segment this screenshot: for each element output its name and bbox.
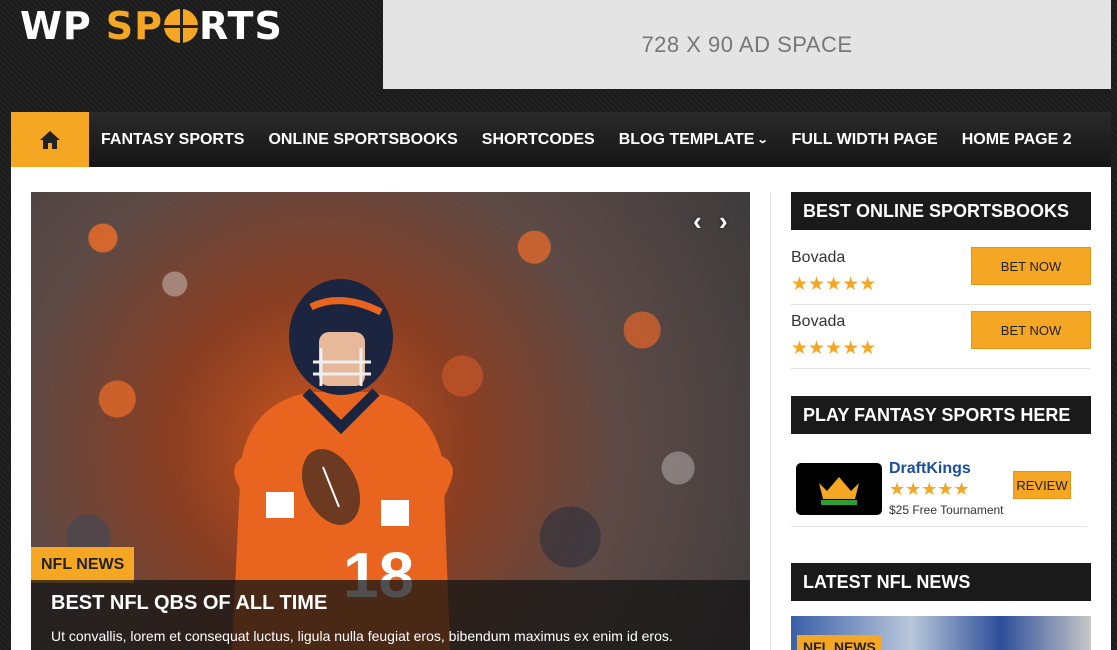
- crown-icon: [819, 477, 859, 505]
- logo-word-wp: WP: [20, 4, 92, 48]
- nav-item-blog-template-label: BLOG TEMPLATE: [618, 130, 755, 148]
- main-nav: FANTASY SPORTS ONLINE SPORTSBOOKS SHORTC…: [11, 112, 1111, 167]
- nav-item-blog-template[interactable]: BLOG TEMPLATE ⌄: [607, 112, 780, 167]
- nav-item-fantasy-sports[interactable]: FANTASY SPORTS: [89, 112, 256, 167]
- sportsbook-name[interactable]: Bovada: [791, 249, 845, 267]
- nav-item-home-page-2[interactable]: HOME PAGE 2: [950, 112, 1084, 167]
- news-category-tag[interactable]: NFL NEWS: [797, 635, 882, 650]
- bet-now-button[interactable]: BET NOW: [971, 247, 1091, 285]
- rating-stars-icon: ★★★★★: [791, 274, 877, 295]
- home-button[interactable]: [11, 112, 89, 167]
- column-divider: [770, 192, 771, 650]
- basketball-icon: [163, 9, 198, 43]
- latest-news-thumbnail[interactable]: NFL NEWS: [791, 616, 1091, 650]
- slider-next-icon[interactable]: ›: [719, 206, 728, 237]
- slider-excerpt: Ut convallis, lorem et consequat luctus,…: [51, 628, 673, 644]
- slider-category-tag[interactable]: NFL NEWS: [31, 547, 135, 583]
- sportsbooks-widget-title: BEST ONLINE SPORTSBOOKS: [791, 192, 1091, 230]
- site-logo[interactable]: WP SP RTS: [20, 4, 283, 48]
- nav-item-online-sportsbooks[interactable]: ONLINE SPORTSBOOKS: [256, 112, 469, 167]
- draftkings-subtitle: $25 Free Tournament: [889, 503, 1004, 517]
- sportsbook-name[interactable]: Bovada: [791, 313, 845, 331]
- logo-sp: SP: [105, 4, 163, 48]
- latest-news-widget-title: LATEST NFL NEWS: [791, 563, 1091, 601]
- draftkings-logo[interactable]: [796, 463, 882, 515]
- bet-now-button[interactable]: BET NOW: [971, 311, 1091, 349]
- sportsbook-row: Bovada ★★★★★ BET NOW: [791, 241, 1091, 305]
- rating-stars-icon: ★★★★★: [791, 338, 877, 359]
- fantasy-widget-title: PLAY FANTASY SPORTS HERE: [791, 396, 1091, 434]
- home-icon: [40, 130, 60, 149]
- featured-slider[interactable]: 18 ‹ › NFL NEWS BEST NFL QBS OF ALL TIME…: [31, 192, 750, 650]
- slider-prev-icon[interactable]: ‹: [693, 206, 702, 237]
- chevron-down-icon: ⌄: [757, 134, 770, 146]
- ad-banner[interactable]: 728 X 90 AD SPACE: [383, 0, 1111, 89]
- logo-word-sports: SP RTS: [106, 4, 283, 48]
- rating-stars-icon: ★★★★★: [889, 479, 970, 499]
- content-area: 18 ‹ › NFL NEWS BEST NFL QBS OF ALL TIME…: [11, 167, 1111, 650]
- draftkings-name[interactable]: DraftKings: [889, 460, 971, 478]
- nav-item-shortcodes[interactable]: SHORTCODES: [470, 112, 607, 167]
- sportsbook-row: Bovada ★★★★★ BET NOW: [791, 305, 1091, 369]
- nav-item-full-width-page[interactable]: FULL WIDTH PAGE: [780, 112, 950, 167]
- logo-rts: RTS: [198, 4, 283, 48]
- slider-caption: BEST NFL QBS OF ALL TIME Ut convallis, l…: [31, 580, 750, 650]
- slider-title[interactable]: BEST NFL QBS OF ALL TIME: [51, 592, 730, 615]
- fantasy-row: DraftKings ★★★★★ $25 Free Tournament REV…: [791, 457, 1087, 527]
- review-button[interactable]: REVIEW: [1013, 471, 1071, 499]
